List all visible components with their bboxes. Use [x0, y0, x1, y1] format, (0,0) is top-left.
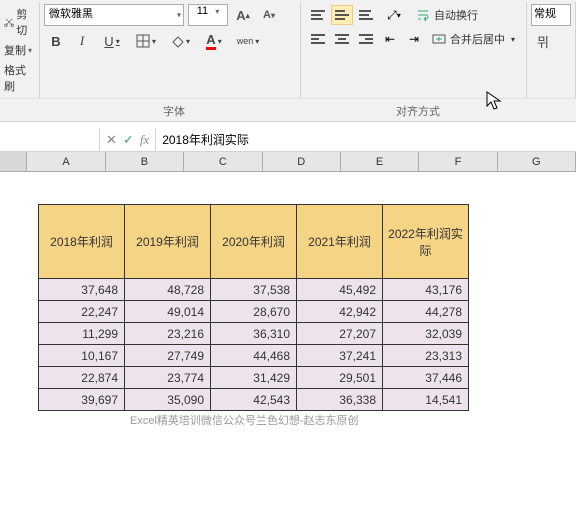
align-center-button[interactable]: [331, 29, 353, 49]
col-header[interactable]: G: [498, 152, 576, 171]
col-header[interactable]: F: [419, 152, 497, 171]
bold-button[interactable]: B: [44, 30, 68, 52]
ribbon: 剪切 复制 ▾ 格式刷 微软雅黑 ▾ 11 ▾ A▴ A▾: [0, 0, 576, 122]
decrease-indent-button[interactable]: ⇤: [379, 29, 401, 49]
underline-button[interactable]: U▾: [96, 30, 128, 52]
number-format-value: 常规: [534, 8, 556, 20]
merge-icon: [432, 32, 446, 46]
cancel-icon[interactable]: ✕: [106, 132, 117, 148]
grid-area[interactable]: 2018年利润 2019年利润 2020年利润 2021年利润 2022年利润实…: [0, 172, 576, 532]
table-row: 11,29923,21636,31027,20732,039: [39, 323, 469, 345]
merge-label: 合并后居中: [450, 31, 505, 47]
currency-button[interactable]: 뮈: [531, 30, 555, 52]
enter-icon[interactable]: ✓: [123, 132, 134, 148]
border-icon: [136, 34, 150, 48]
align-top-button[interactable]: [307, 5, 329, 25]
table-row: 10,16727,74944,46837,24123,313: [39, 345, 469, 367]
select-all-corner[interactable]: [0, 152, 27, 171]
wrap-text-button[interactable]: 自动换行: [411, 4, 483, 26]
formula-input[interactable]: 2018年利润实际: [155, 128, 576, 151]
wrap-icon: [416, 8, 430, 22]
font-family-value: 微软雅黑: [49, 8, 93, 20]
col-header[interactable]: E: [341, 152, 419, 171]
border-button[interactable]: ▾: [130, 30, 162, 52]
table-row: 22,87423,77431,42929,50137,446: [39, 367, 469, 389]
number-format-select[interactable]: 常规: [531, 4, 571, 26]
column-headers: A B C D E F G: [0, 152, 576, 172]
font-color-button[interactable]: A▾: [198, 30, 230, 52]
number-group: 常规 뮈: [527, 2, 576, 98]
col-header[interactable]: C: [184, 152, 262, 171]
font-size-value: 11: [197, 5, 208, 17]
increase-indent-button[interactable]: ⇥: [403, 29, 425, 49]
copy-label: 复制: [4, 42, 26, 58]
align-middle-button[interactable]: [331, 5, 353, 25]
phonetic-button[interactable]: wen▾: [232, 30, 264, 52]
footer-text: Excel精英培训微信公众号兰色幻想-赵志东原创: [130, 412, 359, 428]
spreadsheet: A B C D E F G 2018年利润 2019年利润 2020年利润 20…: [0, 152, 576, 532]
formula-bar: ✕ ✓ fx 2018年利润实际: [0, 128, 576, 152]
scissors-icon: [4, 16, 14, 28]
fx-icon[interactable]: fx: [140, 132, 149, 148]
table-header[interactable]: 2019年利润: [125, 205, 211, 279]
align-right-button[interactable]: [355, 29, 377, 49]
decrease-font-button[interactable]: A▾: [258, 4, 280, 26]
wrap-label: 自动换行: [434, 7, 478, 23]
table-header[interactable]: 2021年利润: [297, 205, 383, 279]
clipboard-group: 剪切 复制 ▾ 格式刷: [0, 2, 40, 98]
col-header[interactable]: A: [27, 152, 105, 171]
table-header[interactable]: 2022年利润实际: [383, 205, 469, 279]
chevron-down-icon: ▾: [177, 11, 181, 20]
bucket-icon: [170, 34, 184, 48]
cut-button[interactable]: 剪切: [4, 4, 35, 40]
font-size-select[interactable]: 11 ▾: [188, 4, 228, 26]
cut-label: 剪切: [16, 6, 35, 38]
table-row: 39,69735,09042,54336,33814,541: [39, 389, 469, 411]
name-box[interactable]: [0, 128, 100, 151]
align-bottom-button[interactable]: [355, 5, 377, 25]
col-header[interactable]: D: [263, 152, 341, 171]
italic-button[interactable]: I: [70, 30, 94, 52]
table-header[interactable]: 2020年利润: [211, 205, 297, 279]
col-header[interactable]: B: [106, 152, 184, 171]
alignment-group: ⤢▾ 自动换行 ⇤ ⇥ 合并后居中 ▾: [301, 2, 527, 98]
table-header[interactable]: 2018年利润: [39, 205, 125, 279]
table-row: 37,64848,72837,53845,49243,176: [39, 279, 469, 301]
orientation-button[interactable]: ⤢▾: [379, 5, 409, 25]
format-painter-button[interactable]: 格式刷: [4, 60, 35, 96]
data-table: 2018年利润 2019年利润 2020年利润 2021年利润 2022年利润实…: [38, 204, 469, 411]
font-group-label: 字体: [40, 99, 308, 121]
copy-button[interactable]: 复制 ▾: [4, 40, 35, 60]
increase-font-button[interactable]: A▴: [232, 4, 254, 26]
fill-color-button[interactable]: ▾: [164, 30, 196, 52]
format-painter-label: 格式刷: [4, 62, 35, 94]
font-group: 微软雅黑 ▾ 11 ▾ A▴ A▾ B I U▾ ▾ ▾ A▾ wen▾: [40, 2, 301, 98]
font-family-select[interactable]: 微软雅黑 ▾: [44, 4, 184, 26]
merge-center-button[interactable]: 合并后居中 ▾: [427, 28, 520, 50]
alignment-group-label: 对齐方式: [308, 99, 528, 121]
table-row: 22,24749,01428,67042,94244,278: [39, 301, 469, 323]
align-left-button[interactable]: [307, 29, 329, 49]
